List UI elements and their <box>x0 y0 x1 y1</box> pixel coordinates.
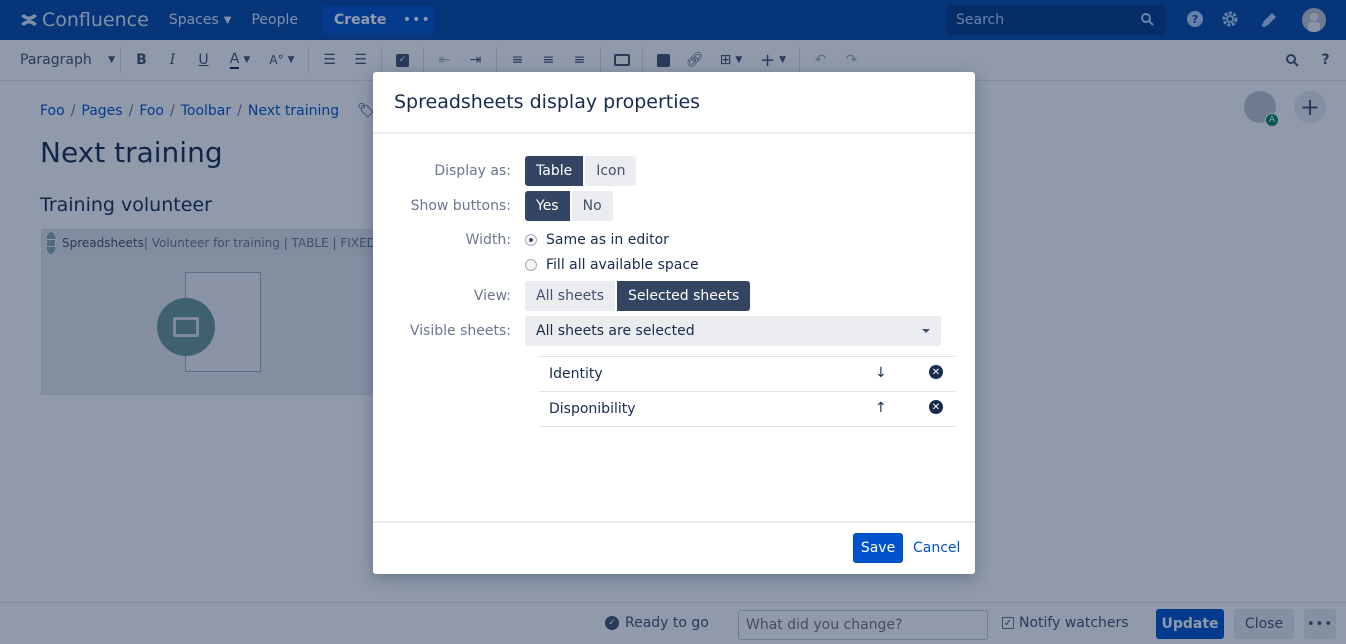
visible-sheets-row: Visible sheets: All sheets are selected <box>373 316 941 346</box>
select-value: All sheets are selected <box>536 323 695 339</box>
view-toggle: All sheets Selected sheets <box>525 281 751 311</box>
move-down-icon[interactable]: ↓ <box>875 365 887 381</box>
radio-selected-icon <box>525 234 537 246</box>
view-all-sheets[interactable]: All sheets <box>525 281 615 311</box>
remove-icon[interactable]: ✕ <box>929 400 943 414</box>
sheet-name: Disponibility <box>549 401 636 417</box>
radio-unselected-icon <box>525 259 537 271</box>
show-buttons-label: Show buttons: <box>410 198 511 214</box>
view-row: View: All sheets Selected sheets <box>373 281 751 311</box>
visible-sheets-label: Visible sheets: <box>409 323 511 339</box>
dialog-title: Spreadsheets display properties <box>373 72 975 134</box>
show-buttons-toggle: Yes No <box>525 191 613 221</box>
visible-sheets-select[interactable]: All sheets are selected <box>525 316 941 346</box>
list-item: Identity ↓ ✕ <box>539 357 955 392</box>
width-fill-radio[interactable]: Fill all available space <box>525 257 699 273</box>
move-up-icon[interactable]: ↑ <box>875 400 887 416</box>
radio-label: Same as in editor <box>546 232 669 248</box>
caret-down-icon <box>922 329 930 333</box>
display-as-label: Display as: <box>434 163 511 179</box>
view-label: View: <box>473 288 511 304</box>
width-same-radio[interactable]: Same as in editor <box>525 232 669 248</box>
display-as-toggle: Table Icon <box>525 156 637 186</box>
radio-label: Fill all available space <box>546 257 699 273</box>
show-buttons-yes[interactable]: Yes <box>525 191 570 221</box>
remove-icon[interactable]: ✕ <box>929 365 943 379</box>
display-table-option[interactable]: Table <box>525 156 584 186</box>
display-as-row: Display as: Table Icon <box>373 156 637 186</box>
display-icon-option[interactable]: Icon <box>585 156 637 186</box>
dialog-footer: Save Cancel <box>373 521 975 574</box>
list-item: Disponibility ↑ ✕ <box>539 392 955 427</box>
cancel-button[interactable]: Cancel <box>913 540 960 556</box>
show-buttons-row: Show buttons: Yes No <box>373 191 613 221</box>
width-fill-row: Fill all available space <box>373 257 699 273</box>
selected-sheets-list: Identity ↓ ✕ Disponibility ↑ ✕ <box>539 356 955 427</box>
save-button[interactable]: Save <box>853 533 903 563</box>
width-label: Width: <box>465 232 511 248</box>
view-selected-sheets[interactable]: Selected sheets <box>616 281 751 311</box>
sheet-name: Identity <box>549 366 603 382</box>
spreadsheets-properties-dialog: Spreadsheets display properties Display … <box>373 72 975 574</box>
width-row: Width: Same as in editor <box>373 232 669 248</box>
show-buttons-no[interactable]: No <box>571 191 613 221</box>
